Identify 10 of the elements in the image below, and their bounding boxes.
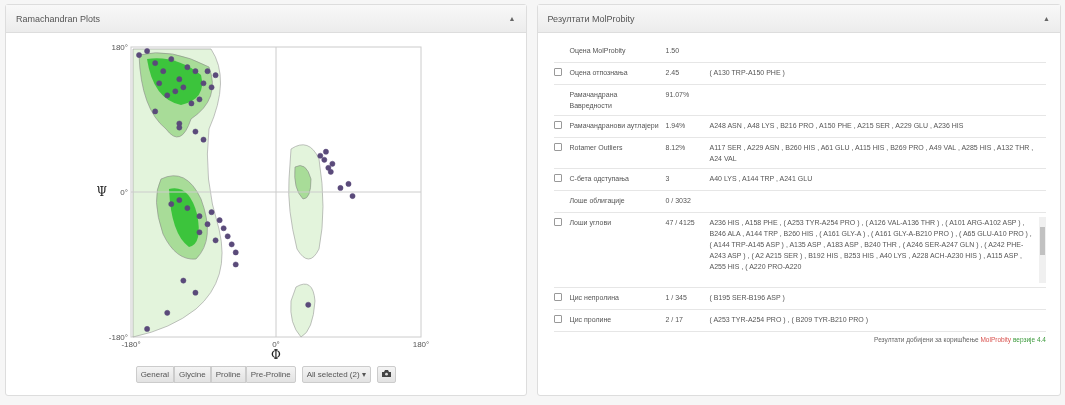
- panel-title: Ramachandran Plots: [16, 13, 101, 24]
- x-tick-label: 0°: [271, 340, 280, 349]
- y-tick-label: -180°: [108, 333, 128, 342]
- x-axis-label: Φ: [270, 348, 281, 362]
- y-axis-label: Ψ: [96, 185, 107, 199]
- y-tick-label: 180°: [111, 43, 128, 52]
- panel-title: Резултати MolProbity: [547, 13, 635, 24]
- x-tick-label: 180°: [412, 340, 429, 349]
- x-tick-label: -180°: [121, 340, 141, 349]
- y-tick-label: 0°: [120, 188, 128, 197]
